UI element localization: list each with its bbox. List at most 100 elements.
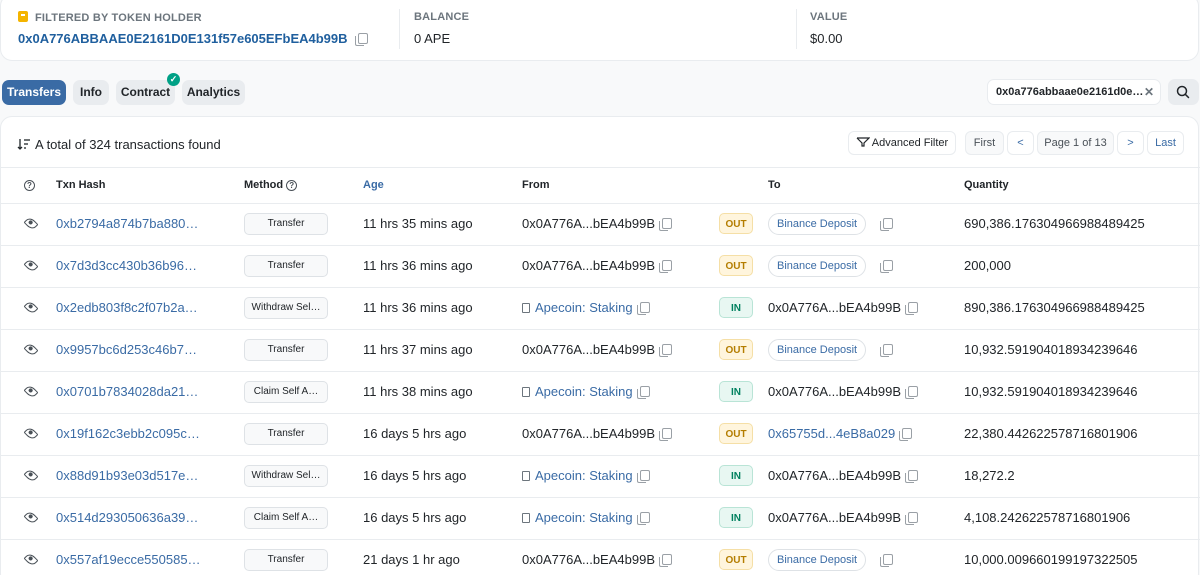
to-tag[interactable]: Binance Deposit (768, 255, 867, 277)
table-row: 0x557af19ecce550585… Transfer 21 days 1 hr… (1, 539, 1200, 575)
from-cell: 0x0A776A...bEA4b99B (522, 329, 672, 371)
copy-icon[interactable] (905, 470, 918, 483)
from-cell: 0x0A776A...bEA4b99B (522, 413, 672, 455)
txn-hash-link[interactable]: 0xb2794a874b7ba880… (56, 203, 198, 245)
from-address: 0x0A776A...bEA4b99B (522, 216, 655, 231)
txn-hash-link[interactable]: 0x557af19ecce550585… (56, 539, 201, 575)
quantity-cell: 22,380.442622578716801906 (964, 426, 1138, 441)
search-button[interactable] (1168, 79, 1199, 105)
document-icon (522, 471, 530, 481)
tab-transfers[interactable]: Transfers (2, 80, 66, 105)
to-address-link[interactable]: 0x65755d...4eB8a029 (768, 426, 895, 441)
eye-icon[interactable] (23, 426, 39, 441)
tab-info[interactable]: Info (73, 80, 109, 105)
from-cell: 0x0A776A...bEA4b99B (522, 245, 672, 287)
copy-icon[interactable] (659, 554, 672, 567)
advanced-filter-button[interactable]: Advanced Filter (848, 131, 956, 155)
copy-icon[interactable] (880, 218, 893, 231)
copy-icon[interactable] (905, 302, 918, 315)
to-tag[interactable]: Binance Deposit (768, 549, 867, 571)
from-contract-link[interactable]: Apecoin: Staking (535, 384, 633, 399)
from-contract-link[interactable]: Apecoin: Staking (535, 510, 633, 525)
txn-hash-link[interactable]: 0x88d91b93e03d517e… (56, 455, 198, 497)
copy-icon[interactable] (636, 386, 650, 399)
txn-hash-link[interactable]: 0x7d3d3cc430b36b96… (56, 245, 197, 287)
prev-page-button[interactable]: < (1007, 131, 1034, 155)
tab-analytics[interactable]: Analytics (182, 80, 245, 105)
eye-icon[interactable] (23, 510, 39, 525)
copy-icon[interactable] (880, 344, 893, 357)
copy-icon[interactable] (880, 554, 893, 567)
quantity-cell: 10,932.591904018934239646 (964, 342, 1138, 357)
eye-icon[interactable] (23, 342, 39, 357)
age-cell: 11 hrs 36 mins ago (363, 258, 473, 273)
eye-icon[interactable] (23, 300, 39, 315)
age-cell: 11 hrs 36 mins ago (363, 300, 473, 315)
last-page-button[interactable]: Last (1147, 131, 1184, 155)
direction-badge: IN (719, 297, 753, 318)
txn-hash-link[interactable]: 0x19f162c3ebb2c095c… (56, 413, 200, 455)
holder-label-row: FILTERED BY TOKEN HOLDER (18, 11, 202, 24)
copy-icon[interactable] (905, 386, 918, 399)
direction-badge: OUT (719, 255, 753, 276)
info-column-header[interactable]: ? (24, 179, 35, 191)
quantity-cell: 690,386.176304966988489425 (964, 216, 1145, 231)
method-badge: Transfer (244, 339, 328, 361)
from-contract-link[interactable]: Apecoin: Staking (535, 468, 633, 483)
from-cell: Apecoin: Staking (522, 455, 650, 497)
quantity-header: Quantity (964, 179, 1009, 191)
next-page-button[interactable]: > (1117, 131, 1144, 155)
tab-contract[interactable]: Contract ✓ (116, 73, 180, 105)
to-cell: 0x0A776A...bEA4b99B (768, 455, 918, 497)
copy-icon[interactable] (636, 302, 650, 315)
txn-hash-link[interactable]: 0x0701b7834028da21… (56, 371, 198, 413)
filter-icon (856, 137, 871, 147)
to-cell: 0x0A776A...bEA4b99B (768, 287, 918, 329)
copy-icon[interactable] (354, 33, 368, 46)
to-tag[interactable]: Binance Deposit (768, 213, 867, 235)
close-icon[interactable]: ✕ (1144, 80, 1154, 104)
copy-icon[interactable] (659, 344, 672, 357)
from-cell: Apecoin: Staking (522, 371, 650, 413)
from-header: From (522, 179, 550, 191)
txn-hash-link[interactable]: 0x9957bc6d253c46b7… (56, 329, 197, 371)
txn-hash-link[interactable]: 0x514d293050636a39… (56, 497, 198, 539)
eye-icon[interactable] (23, 216, 39, 231)
from-cell: 0x0A776A...bEA4b99B (522, 203, 672, 245)
age-cell: 11 hrs 38 mins ago (363, 384, 473, 399)
copy-icon[interactable] (659, 428, 672, 441)
to-tag[interactable]: Binance Deposit (768, 339, 867, 361)
copy-icon[interactable] (659, 260, 672, 273)
address-filter-chip[interactable]: 0x0a776abbaae0e2161d0e… ✕ (987, 79, 1161, 105)
from-cell: 0x0A776A...bEA4b99B (522, 539, 672, 575)
txn-hash-link[interactable]: 0x2edb803f8c2f07b2a… (56, 287, 198, 329)
eye-icon[interactable] (23, 468, 39, 483)
table-row: 0x0701b7834028da21… Claim Self A… 11 hrs 3… (1, 371, 1200, 413)
table-row: 0x88d91b93e03d517e… Withdraw Sel… 16 days … (1, 455, 1200, 497)
copy-icon[interactable] (636, 512, 650, 525)
from-contract-link[interactable]: Apecoin: Staking (535, 300, 633, 315)
search-icon (1176, 85, 1190, 99)
age-cell: 11 hrs 37 mins ago (363, 342, 473, 357)
method-badge: Withdraw Sel… (244, 465, 328, 487)
eye-icon[interactable] (23, 258, 39, 273)
from-cell: Apecoin: Staking (522, 287, 650, 329)
document-icon (522, 303, 530, 313)
check-icon: ✓ (167, 73, 180, 86)
age-cell: 11 hrs 35 mins ago (363, 216, 473, 231)
question-icon[interactable]: ? (286, 180, 298, 191)
holder-address-link[interactable]: 0x0A776ABBAAE0E2161D0E131f57e605EFbEA4b9… (18, 31, 348, 46)
copy-icon[interactable] (880, 260, 893, 273)
to-copy (876, 329, 893, 371)
copy-icon[interactable] (905, 512, 918, 525)
holder-label: FILTERED BY TOKEN HOLDER (35, 12, 202, 24)
copy-icon[interactable] (659, 218, 672, 231)
eye-icon[interactable] (23, 552, 39, 567)
balance-label: BALANCE (414, 11, 470, 23)
copy-icon[interactable] (636, 470, 650, 483)
first-page-button[interactable]: First (965, 131, 1004, 155)
age-header[interactable]: Age (363, 179, 384, 191)
copy-icon[interactable] (899, 428, 913, 441)
direction-badge: OUT (719, 213, 753, 234)
eye-icon[interactable] (23, 384, 39, 399)
